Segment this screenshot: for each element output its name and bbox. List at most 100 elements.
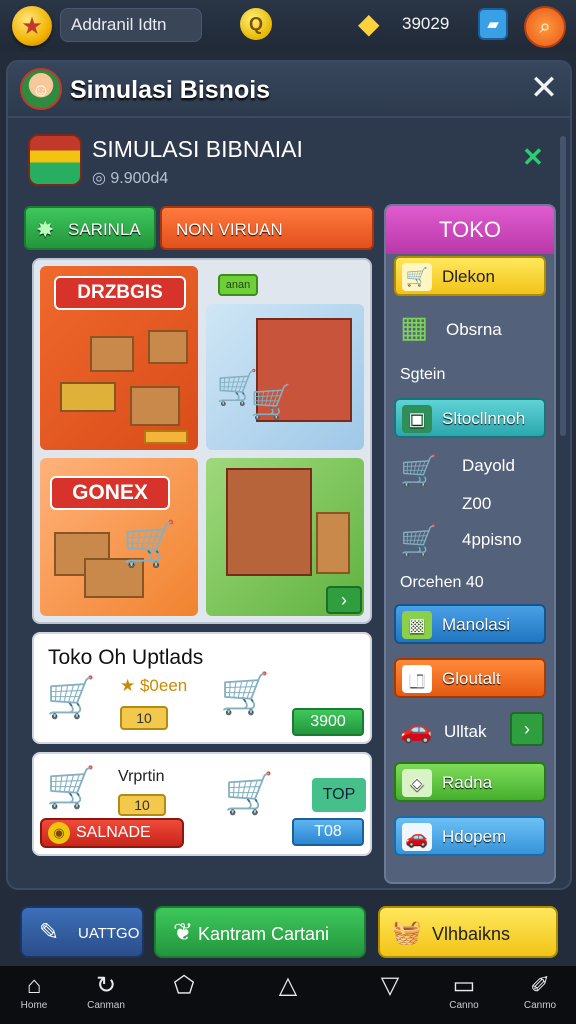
nav-label: Canno	[449, 1000, 479, 1011]
store-name: SIMULASI BIBNAIAI	[92, 136, 303, 162]
gear-icon: ✸	[36, 217, 55, 242]
kantram-cartani-button[interactable]: ❦ Kantram Cartani	[154, 906, 366, 958]
toko-item-dayold[interactable]: Dayold	[462, 456, 515, 476]
nav-canno[interactable]: ▭ Canno	[434, 972, 494, 1022]
offer-card-2[interactable]: 🛒 Vrprtin 10 ◉ SALNADE 🛒 TOP T08	[32, 752, 372, 856]
home-icon: ⌂	[26, 972, 42, 999]
nav-pentagon[interactable]: ⬠	[154, 972, 214, 1022]
coin-icon: ◉	[48, 822, 70, 844]
scrollbar[interactable]	[560, 136, 566, 436]
cart-icon: 🛒	[224, 772, 274, 816]
crate-icon	[90, 336, 134, 372]
toko-item-stocking[interactable]: ▣ Sltocllnnoh	[394, 398, 546, 438]
nav-home[interactable]: ⌂ Home	[4, 972, 64, 1022]
offer2-pill: 10	[118, 794, 166, 816]
cart-icon: 🛒	[250, 383, 293, 421]
next-arrow-button[interactable]: ›	[510, 712, 544, 746]
top-label-box: TOP	[312, 778, 366, 812]
offer-star-text: ★ $0een	[120, 676, 188, 695]
store-subtitle: ◎ 9.900d4	[92, 170, 169, 187]
burger-store-icon	[28, 134, 82, 186]
bottom-nav: ⌂ Home ↻ Canman ⬠ △ ▽ ▭ Canno ✐ Canmo	[0, 966, 576, 1024]
gem-icon[interactable]: ▰	[478, 8, 508, 40]
t08-button[interactable]: T08	[292, 818, 364, 846]
item-label: Gloutalt	[442, 669, 501, 688]
cart-icon: 🛒	[400, 525, 438, 558]
store-tile-checkout[interactable]: GONEX 🛒	[40, 458, 198, 616]
toko-item-manolasi[interactable]: ▩ Manolasi	[394, 604, 546, 644]
item-label: Radna	[442, 773, 493, 792]
triangle-icon: △	[278, 972, 298, 999]
basket-icon: 🧺	[392, 919, 422, 946]
section-label: Sgtein	[400, 366, 446, 383]
nav-center[interactable]: △	[258, 972, 318, 1022]
window-header: ☺ Simulasi Bisnois ✕	[8, 62, 570, 118]
item-label: Sltocllnnoh	[442, 409, 526, 428]
player-name-box[interactable]: Addranil Idtn	[60, 8, 202, 42]
next-arrow-button[interactable]: ›	[326, 586, 362, 614]
left-panel: DRZBGIS anan 🛒 🛒 GONEX 🛒 › Toko Oh Uptla…	[24, 258, 374, 892]
tab-label: NON VIRUAN	[176, 220, 283, 239]
crate-icon	[130, 386, 180, 426]
buy-price-button[interactable]: 3900	[292, 708, 364, 736]
salnade-button[interactable]: ◉ SALNADE	[40, 818, 184, 848]
item-label: Manolasi	[442, 615, 511, 634]
shelf-icon	[226, 468, 312, 576]
tag-icon: ◧	[402, 665, 432, 693]
star-level-icon[interactable]: ★	[12, 6, 52, 46]
nav-label: Canmo	[523, 1000, 557, 1011]
check-icon[interactable]: ✕	[522, 142, 544, 173]
offer-card[interactable]: Toko Oh Uptlads 🛒 ★ $0een 10 🛒 3900	[32, 632, 372, 744]
uattgo-button[interactable]: ✎ UATTGO	[20, 906, 144, 958]
toko-item-hdopem[interactable]: 🚗 Hdopem	[394, 816, 546, 856]
toko-item-obsrna[interactable]: Obsrna	[446, 320, 502, 340]
toko-item-ulltak[interactable]: Ulltak	[444, 722, 487, 742]
vlhbaikns-button[interactable]: 🧺 Vlhbaikns	[378, 906, 558, 958]
cart-icon: 🛒	[46, 766, 96, 810]
toko-item-dlekon[interactable]: 🛒 Dlekon	[394, 256, 546, 296]
offer-title: Toko Oh Uptlads	[48, 646, 204, 669]
store-image-grid: DRZBGIS anan 🛒 🛒 GONEX 🛒 ›	[32, 258, 372, 624]
store-tile-shelf[interactable]: 🛒 🛒	[206, 304, 364, 450]
cart-icon: 🛒	[46, 676, 96, 720]
search-icon[interactable]: ⌕	[524, 6, 566, 48]
avatar[interactable]: ☺	[20, 68, 62, 110]
window-title: Simulasi Bisnois	[70, 76, 271, 104]
tile-sign: GONEX	[50, 476, 170, 510]
pentagon-icon: ⬠	[173, 972, 195, 999]
top-bar: ★ Addranil Idtn Q ◆ 39029 ▰ ⌕	[0, 0, 576, 52]
offer-pill: 10	[120, 706, 168, 730]
tab-label: SARINLA	[68, 220, 141, 239]
currency-amount: 39029	[402, 14, 450, 33]
section-label: Orcehen 40	[400, 574, 484, 591]
cart-icon: 🛒	[220, 672, 270, 716]
nav-shield[interactable]: ▽	[360, 972, 420, 1022]
toko-item-radna[interactable]: ◈ Radna	[394, 762, 546, 802]
toko-item-4ppisno[interactable]: 4ppisno	[462, 530, 522, 550]
crate-icon	[316, 512, 350, 574]
business-sim-window: ☺ Simulasi Bisnois ✕ SIMULASI BIBNAIAI ◎…	[6, 60, 572, 890]
nav-canman[interactable]: ↻ Canman	[76, 972, 136, 1022]
crate-icon: ▦	[400, 311, 429, 344]
nav-label: Canman	[87, 1000, 125, 1011]
cart-icon: 🛒	[400, 455, 438, 488]
close-icon[interactable]: ✕	[526, 70, 562, 106]
button-label: Kantram Cartani	[198, 924, 330, 944]
box-icon: ◈	[402, 769, 432, 797]
item-label: Dlekon	[442, 267, 495, 286]
coin-icon[interactable]: Q	[240, 8, 272, 40]
button-label: UATTGO	[78, 925, 140, 942]
toko-item-gloutalt[interactable]: ◧ Gloutalt	[394, 658, 546, 698]
toko-item-z00: Z00	[462, 494, 492, 513]
store-tile-warehouse[interactable]: DRZBGIS	[40, 266, 198, 450]
nav-canmo[interactable]: ✐ Canmo	[510, 972, 570, 1022]
item-label: Hdopem	[442, 827, 507, 846]
tab-sarinla[interactable]: ✸ SARINLA	[24, 206, 156, 250]
register-icon: 🛒	[402, 263, 432, 291]
car-icon: 🚗	[400, 714, 433, 744]
leaf-icon: ❦	[172, 919, 194, 946]
tab-non-viruan[interactable]: NON VIRUAN	[160, 206, 374, 250]
toko-title: TOKO	[386, 206, 554, 254]
salnade-label: SALNADE	[76, 824, 151, 841]
shield-icon: ▽	[380, 972, 400, 999]
